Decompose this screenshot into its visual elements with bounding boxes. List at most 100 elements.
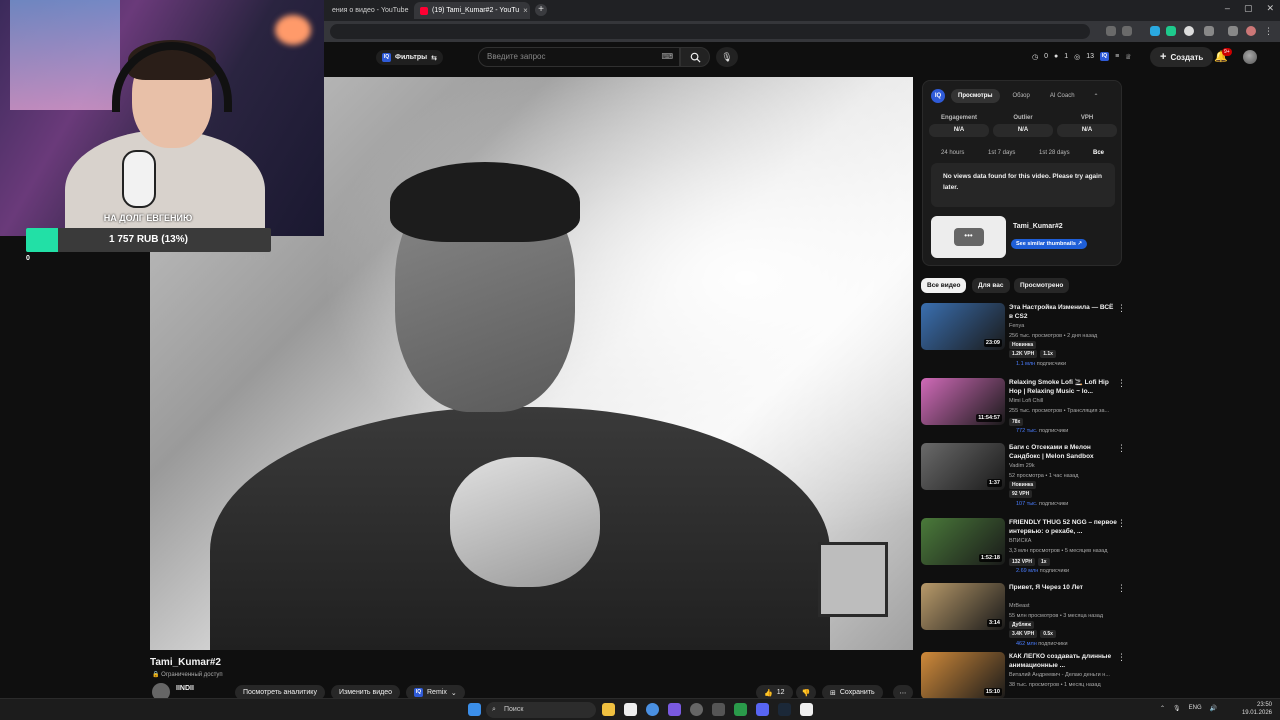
chevron-up-icon[interactable]: ⌃ [1094,93,1099,100]
install-icon[interactable] [1106,26,1116,36]
metric-value: N/A [993,124,1053,137]
more-options-icon[interactable]: ⋮ [1117,583,1126,594]
app-icon[interactable] [800,703,813,716]
chip-watched[interactable]: Просмотрено [1014,278,1070,293]
recommendation-thumbnail[interactable]: 1:52:18 [921,518,1005,565]
recommendation-item[interactable]: 1:52:18 FRIENDLY THUG 52 NGG – первое инт… [921,518,1126,584]
lock-icon: 🔒 [152,672,160,678]
chevron-up-icon[interactable]: ⌃ [1160,705,1165,712]
keyboard-icon[interactable]: ⌨ [661,48,673,66]
vidiq-icon[interactable]: IQ [1100,52,1110,61]
maximize-icon[interactable]: ▢ [1244,3,1253,14]
obs-icon[interactable] [690,703,703,716]
steam-icon[interactable] [778,703,791,716]
recommendation-channel[interactable]: Виталий Андреевич - Делаю деньги н... [1009,672,1110,678]
more-options-icon[interactable]: ⋮ [1117,518,1126,529]
recommendation-channel[interactable]: Mimi Lofi Chill [1009,398,1043,404]
browser-menu-icon[interactable]: ⋮ [1264,26,1274,36]
recommendation-thumbnail[interactable]: 11:54:57 [921,378,1005,425]
tab-views[interactable]: Просмотры [951,89,1000,103]
more-options-icon[interactable]: ⋮ [1117,443,1126,454]
more-options-icon[interactable]: ⋮ [1117,378,1126,389]
more-options-icon[interactable]: ⋮ [1117,303,1126,314]
more-options-icon[interactable]: ⋮ [1117,652,1126,663]
extension-icon[interactable] [1184,26,1194,36]
language-indicator[interactable]: ENG [1189,705,1202,712]
trophy-icon[interactable]: ♕ [1125,53,1131,61]
recommendation-title[interactable]: Эта Настройка Изменила — ВСЁ в CS2 [1009,303,1117,321]
recommendation-badges: Дубляж [1009,621,1035,629]
file-explorer-icon[interactable] [602,703,615,716]
windows-start-icon[interactable] [468,703,481,716]
recommendation-thumbnail[interactable]: 23:09 [921,303,1005,350]
recommendation-channel[interactable]: ВПИСКА [1009,538,1031,544]
url-field[interactable] [330,24,1090,39]
recommendation-item[interactable]: 23:09 Эта Настройка Изменила — ВСЁ в CS2 F… [921,303,1126,369]
recommendation-title[interactable]: КАК ЛЕГКО создавать длинные анимационные… [1009,652,1117,670]
period-7d[interactable]: 1st 7 days [988,150,1015,156]
extension-icon[interactable] [1150,26,1160,36]
app-icon[interactable] [734,703,747,716]
filters-button[interactable]: IQ Фильтры ⇆ [376,50,443,65]
subs-label: подписчики [1036,361,1067,367]
access-label: Ограниченный доступ [161,672,223,678]
subs-label: подписчики [1039,428,1069,434]
recommendation-title[interactable]: Привет, Я Через 10 Лет [1009,583,1117,592]
browser-tab-details[interactable]: ения о видео - YouTube × [326,2,412,19]
recommendation-item[interactable]: 3:14 Привет, Я Через 10 Лет MrBeast 55 млн … [921,583,1126,649]
mic-tray-icon[interactable]: 🎙 [1173,705,1181,712]
extensions-puzzle-icon[interactable] [1204,26,1214,36]
recommendation-title[interactable]: Баги с Отсеками в Мелон Сандбокс | Melon… [1009,443,1117,461]
search-button[interactable] [680,47,710,67]
close-window-icon[interactable]: ✕ [1266,3,1274,14]
minimize-icon[interactable]: – [1225,3,1230,14]
recommendation-meta: 3,3 млн просмотров • 5 месяцев назад [1009,548,1108,554]
recommendation-title[interactable]: Relaxing Smoke Lofi 🚬 Lofi Hip Hop | Rel… [1009,378,1117,396]
recommendation-title[interactable]: FRIENDLY THUG 52 NGG – первое интервью: … [1009,518,1117,536]
donation-min-label: 0 [26,255,30,262]
chip-for-you[interactable]: Для вас [972,278,1010,293]
period-24h[interactable]: 24 hours [941,150,964,156]
browser-tab-video[interactable]: (19) Tami_Kumar#2 - YouTu × [414,2,530,19]
chip-all-videos[interactable]: Все видео [921,278,967,293]
discord-icon[interactable] [756,703,769,716]
recommendation-thumbnail[interactable]: 15:10 [921,652,1005,699]
vidiq-badges: 132 VPH 1x [1009,558,1050,566]
profile-avatar[interactable] [1246,26,1256,36]
recommendation-thumbnail[interactable]: 1:37 [921,443,1005,490]
taskbar-clock[interactable]: 23:50 19.01.2026 [1240,701,1272,717]
period-28d[interactable]: 1st 28 days [1039,150,1070,156]
vidiq-stats[interactable]: ◷ 0 ● 1 ◎ 13 IQ ≡ ♕ [1032,52,1131,61]
app-icon[interactable] [668,703,681,716]
period-all[interactable]: Все [1093,150,1104,156]
extension-icon[interactable] [1228,26,1238,36]
voice-search-button[interactable]: 🎙 [716,47,738,67]
vidiq-logo: IQ [931,89,945,103]
recommendation-item[interactable]: 1:37 Баги с Отсеками в Мелон Сандбокс | M… [921,443,1126,509]
search-input[interactable]: Введите запрос ⌨ [478,47,680,67]
subscriber-count: 107 тыс. подписчики [1016,501,1068,507]
app-icon[interactable] [624,703,637,716]
recommendation-channel[interactable]: MrBeast [1009,603,1029,609]
app-icon[interactable] [712,703,725,716]
eye-icon: ● [1054,53,1059,60]
see-similar-thumbnails-button[interactable]: See similar thumbnails ↗ [1011,239,1088,249]
recommendation-thumbnail[interactable]: 3:14 [921,583,1005,630]
tab-ai-coach[interactable]: AI Coach [1043,89,1082,103]
recommendation-item[interactable]: 11:54:57 Relaxing Smoke Lofi 🚬 Lofi Hip H… [921,378,1126,444]
recommendation-channel[interactable]: Fenya [1009,323,1024,329]
new-tab-button[interactable]: + [535,4,547,16]
close-icon[interactable]: × [523,6,528,15]
taskbar-search[interactable]: ⌕ Поиск [486,702,596,718]
chrome-icon[interactable] [646,703,659,716]
extension-icon[interactable] [1166,26,1176,36]
menu-icon[interactable]: ≡ [1115,53,1119,60]
volume-icon[interactable]: 🔊 [1210,705,1217,712]
channel-name[interactable]: IINDII [176,685,194,692]
recommendation-channel[interactable]: Vadim 29k [1009,463,1035,469]
tab-overview[interactable]: Обзор [1006,89,1037,103]
star-icon[interactable] [1122,26,1132,36]
duration-badge: 1:52:18 [979,554,1002,562]
avatar[interactable] [1243,50,1257,64]
create-button[interactable]: + Создать [1150,47,1214,67]
